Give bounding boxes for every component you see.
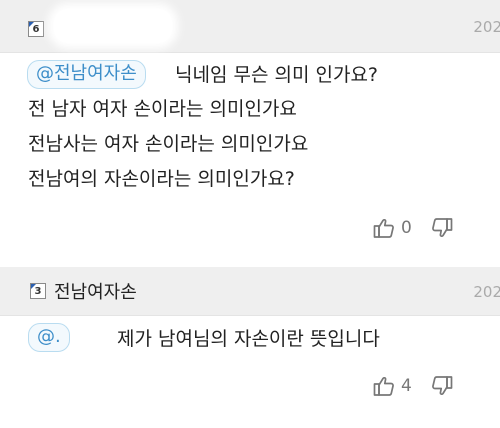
comment-text-line: 전남사는 여자 손이라는 의미인가요 xyxy=(28,133,309,155)
thumbs-up-icon[interactable] xyxy=(372,374,396,398)
comment-header: 6 202 xyxy=(0,0,500,53)
comment-text-line: 닉네임 무슨 의미 인가요? xyxy=(175,64,379,86)
comment-date: 202 xyxy=(473,18,500,36)
comment-text-line: 전남여의 자손이라는 의미인가요? xyxy=(28,168,295,190)
reaction-bar: 0 xyxy=(372,216,454,240)
mention-tag[interactable]: @. xyxy=(28,323,70,352)
blurred-nickname xyxy=(54,9,172,43)
like-count: 0 xyxy=(401,218,412,238)
mention-tag[interactable]: @전남여자손 xyxy=(27,60,146,89)
like-count: 4 xyxy=(401,376,412,396)
thumbs-down-icon[interactable] xyxy=(430,216,454,240)
comment-text-line: 제가 남여님의 자손이란 뜻입니다 xyxy=(117,328,380,350)
comment-thread: 6 202 @전남여자손 닉네임 무슨 의미 인가요? 전 남자 여자 손이라는… xyxy=(0,0,500,428)
comment-text-line: 전 남자 여자 손이라는 의미인가요 xyxy=(28,98,297,120)
comment-header: 3 전남여자손 202 xyxy=(0,267,500,316)
thumbs-up-icon[interactable] xyxy=(372,216,396,240)
user-level-icon: 6 xyxy=(28,21,44,37)
user-level-icon: 3 xyxy=(30,283,46,299)
comment-date: 202 xyxy=(473,283,500,301)
reaction-bar: 4 xyxy=(372,374,454,398)
comment-nickname[interactable]: 전남여자손 xyxy=(54,278,137,304)
thumbs-down-icon[interactable] xyxy=(430,374,454,398)
